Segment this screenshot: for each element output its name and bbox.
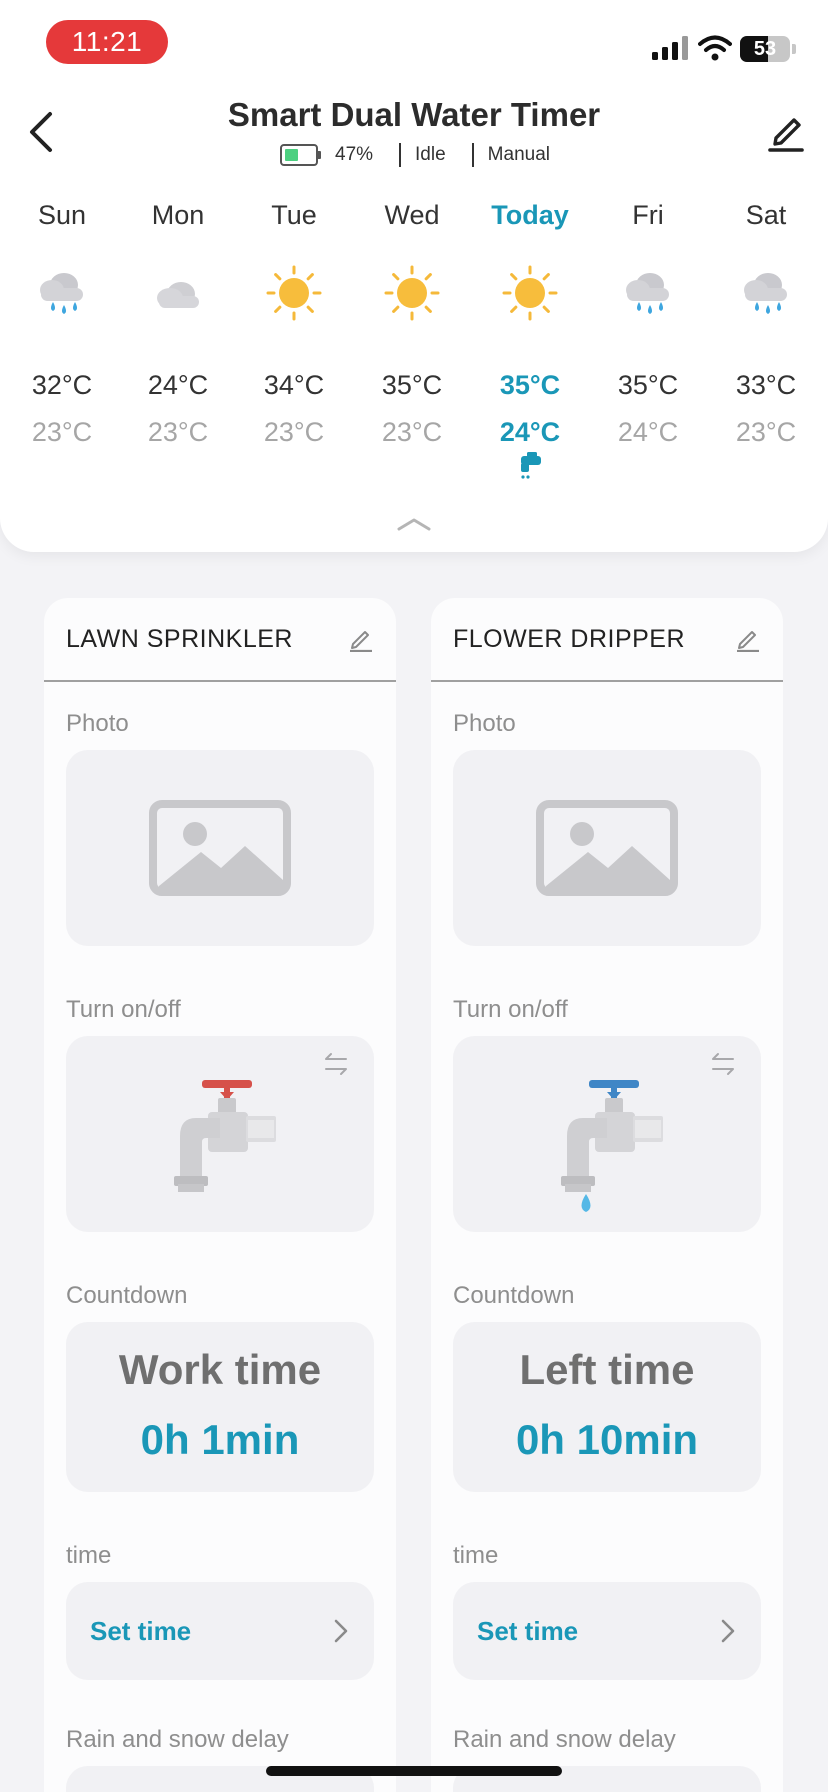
set-time-button[interactable]: Set time	[453, 1582, 761, 1680]
high-temp: 32°C	[31, 370, 93, 400]
countdown-panel: Work time 0h 1min	[66, 1322, 374, 1492]
time-label: time	[453, 1542, 499, 1569]
device-state: Idle	[415, 144, 446, 165]
countdown-title: Left time	[519, 1346, 695, 1393]
rain-delay-label: Rain and snow delay	[66, 1726, 289, 1753]
device-mode: Manual	[487, 144, 550, 165]
zone-name: LAWN SPRINKLER	[66, 624, 293, 653]
home-indicator	[266, 1766, 562, 1776]
swap-arrows-icon[interactable]	[322, 1050, 350, 1078]
rain-cloud-icon	[590, 264, 706, 322]
countdown-title: Work time	[118, 1346, 322, 1393]
chevron-right-icon	[721, 1619, 735, 1643]
photo-placeholder[interactable]	[66, 750, 374, 946]
forecast-day-sat: Sat 33°C 23°C	[708, 200, 824, 448]
set-time-label: Set time	[477, 1615, 579, 1646]
high-temp: 35°C	[617, 370, 679, 400]
day-name: Today	[491, 200, 569, 230]
edit-device-button[interactable]	[766, 108, 806, 152]
header-card: 11:21 53 Smart Dual Water Timer 47% Idle…	[0, 0, 828, 552]
low-temp: 24°C	[499, 417, 561, 447]
sun-icon	[354, 264, 470, 322]
rain-cloud-icon	[708, 264, 824, 322]
toggle-label: Turn on/off	[66, 996, 181, 1023]
high-temp: 33°C	[735, 370, 797, 400]
countdown-label: Countdown	[453, 1282, 575, 1309]
valve-toggle[interactable]	[66, 1036, 374, 1232]
forecast-day-wed: Wed 35°C 23°C	[354, 200, 470, 448]
day-name: Sat	[745, 200, 787, 230]
back-button[interactable]	[24, 110, 60, 154]
countdown-value: 0h 10min	[515, 1416, 699, 1463]
battery-status-icon: 53	[740, 36, 790, 62]
zone-header: LAWN SPRINKLER	[44, 598, 396, 682]
toggle-label: Turn on/off	[453, 996, 568, 1023]
sun-icon	[236, 264, 352, 322]
forecast-day-mon: Mon 24°C 23°C	[120, 200, 236, 448]
edit-zone-icon[interactable]	[348, 626, 374, 652]
high-temp: 34°C	[263, 370, 325, 400]
swap-arrows-icon[interactable]	[709, 1050, 737, 1078]
battery-icon	[280, 144, 318, 166]
zone-header: FLOWER DRIPPER	[431, 598, 783, 682]
day-name: Fri	[632, 200, 664, 230]
countdown-value: 0h 1min	[140, 1416, 300, 1463]
image-placeholder-icon	[536, 800, 678, 896]
rain-cloud-icon	[4, 264, 120, 322]
zone-card: FLOWER DRIPPER Photo Turn on/off Countdo…	[431, 598, 783, 1792]
day-name: Mon	[151, 200, 205, 230]
chevron-right-icon	[334, 1619, 348, 1643]
photo-label: Photo	[66, 710, 129, 737]
countdown-panel: Left time 0h 10min	[453, 1322, 761, 1492]
set-time-label: Set time	[90, 1615, 192, 1646]
forecast-day-fri: Fri 35°C 24°C	[590, 200, 706, 448]
low-temp: 23°C	[31, 417, 93, 447]
forecast-day-sun: Sun 32°C 23°C	[4, 200, 120, 448]
forecast-day-tue: Tue 34°C 23°C	[236, 200, 352, 448]
edit-zone-icon[interactable]	[735, 626, 761, 652]
battery-percent: 47%	[335, 144, 374, 165]
rain-delay-label: Rain and snow delay	[453, 1726, 676, 1753]
collapse-chevron-icon[interactable]	[396, 516, 432, 532]
high-temp: 24°C	[147, 370, 209, 400]
low-temp: 23°C	[381, 417, 443, 447]
low-temp: 24°C	[617, 417, 679, 447]
day-name: Tue	[271, 200, 317, 230]
valve-toggle[interactable]	[453, 1036, 761, 1232]
watering-tap-icon	[521, 452, 541, 479]
image-placeholder-icon	[149, 800, 291, 896]
photo-label: Photo	[453, 710, 516, 737]
forecast-day-today: Today 35°C 24°C	[472, 200, 588, 448]
sun-icon	[472, 264, 588, 322]
cellular-signal-icon	[652, 36, 688, 60]
set-time-button[interactable]: Set time	[66, 1582, 374, 1680]
low-temp: 23°C	[147, 417, 209, 447]
zone-card: LAWN SPRINKLER Photo Turn on/off Countdo…	[44, 598, 396, 1792]
high-temp: 35°C	[499, 370, 561, 400]
high-temp: 35°C	[381, 370, 443, 400]
countdown-label: Countdown	[66, 1282, 188, 1309]
photo-placeholder[interactable]	[453, 750, 761, 946]
cloud-icon	[120, 264, 236, 322]
day-name: Sun	[37, 200, 87, 230]
wifi-icon	[698, 35, 732, 61]
low-temp: 23°C	[263, 417, 325, 447]
time-label: time	[66, 1542, 112, 1569]
day-name: Wed	[384, 200, 440, 230]
zone-name: FLOWER DRIPPER	[453, 624, 686, 653]
device-status-line: 47% Idle Manual	[280, 140, 550, 170]
status-time: 11:21	[46, 20, 168, 64]
low-temp: 23°C	[735, 417, 797, 447]
page-title: Smart Dual Water Timer	[227, 96, 601, 133]
